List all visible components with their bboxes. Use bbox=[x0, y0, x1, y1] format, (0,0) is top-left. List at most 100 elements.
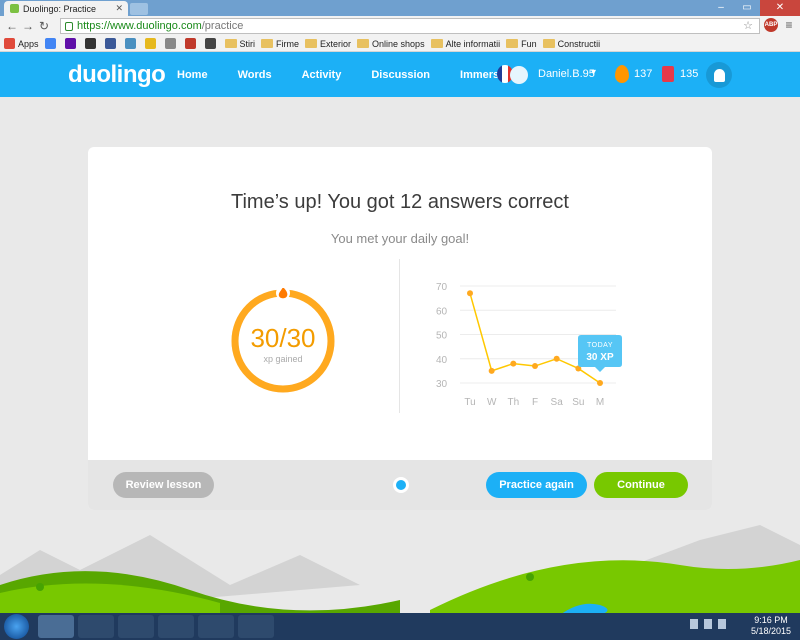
bookmark-item[interactable]: Apps bbox=[4, 38, 39, 49]
network-icon[interactable] bbox=[704, 619, 712, 629]
xp-line-chart: 70 60 50 40 30 Tu W Th F Sa Su M TODAY 30 XP bbox=[436, 282, 622, 408]
clock[interactable]: 9:16 PM 5/18/2015 bbox=[748, 615, 794, 637]
streak-flame-icon[interactable] bbox=[615, 65, 629, 83]
folder-icon bbox=[224, 39, 237, 48]
tray-icon[interactable] bbox=[690, 619, 698, 629]
nav-home[interactable]: Home bbox=[177, 69, 208, 81]
bookmark-item[interactable] bbox=[64, 38, 79, 49]
chevron-down-icon[interactable]: ▾ bbox=[591, 67, 596, 78]
new-tab-button[interactable] bbox=[130, 3, 148, 15]
y-tick-label: 50 bbox=[436, 331, 448, 342]
bookmark-item[interactable]: Fun bbox=[506, 39, 537, 49]
result-card: Time’s up! You got 12 answers correct Yo… bbox=[88, 147, 712, 510]
close-tab-icon[interactable]: ✕ bbox=[115, 3, 123, 14]
lingot-gem-icon[interactable] bbox=[662, 66, 674, 82]
username[interactable]: Daniel.B.95 bbox=[538, 68, 595, 80]
nav-discussion[interactable]: Discussion bbox=[371, 69, 430, 81]
app-taskbar-icon[interactable] bbox=[198, 615, 234, 638]
bookmark-item[interactable]: Firme bbox=[261, 39, 299, 49]
y-tick-label: 60 bbox=[436, 306, 448, 317]
volume-icon[interactable] bbox=[718, 619, 726, 629]
browser-menu-icon[interactable]: ≡ bbox=[782, 18, 796, 32]
app-taskbar-icon[interactable] bbox=[238, 615, 274, 638]
notifications-bell-icon[interactable] bbox=[706, 62, 732, 88]
bookmark-item[interactable] bbox=[184, 38, 199, 49]
apps-icon bbox=[4, 38, 15, 49]
maximize-button[interactable]: ▭ bbox=[734, 0, 760, 16]
yahoo-icon bbox=[64, 38, 76, 49]
result-subtitle: You met your daily goal! bbox=[330, 231, 470, 246]
bookmark-label: Constructii bbox=[557, 38, 601, 49]
folder-icon bbox=[542, 39, 555, 48]
close-window-button[interactable]: ✕ bbox=[760, 0, 800, 16]
bookmarks-bar: Apps Stiri Firme Exterior Online shops Alte i… bbox=[0, 36, 800, 52]
bookmark-item[interactable] bbox=[124, 38, 139, 49]
review-lesson-button[interactable]: Review lesson bbox=[113, 472, 214, 498]
browser-toolbar: ← → ↻ https://www.duolingo.com /practice… bbox=[0, 16, 800, 36]
x-tick-label: Th bbox=[507, 397, 519, 408]
adblock-icon[interactable]: ABP bbox=[764, 18, 778, 32]
site-icon bbox=[164, 38, 176, 49]
data-point bbox=[553, 355, 560, 362]
minimize-button[interactable]: – bbox=[708, 0, 734, 16]
folder-icon bbox=[357, 39, 370, 48]
bookmark-item[interactable] bbox=[104, 38, 119, 49]
duolingo-logo[interactable]: duolingo bbox=[68, 61, 166, 89]
system-tray bbox=[690, 619, 726, 629]
bookmark-item[interactable] bbox=[204, 38, 219, 49]
bookmark-label: Exterior bbox=[320, 38, 352, 49]
y-tick-label: 30 bbox=[436, 379, 448, 390]
nav-activity[interactable]: Activity bbox=[302, 69, 342, 81]
folder-icon bbox=[430, 39, 443, 48]
clock-date: 5/18/2015 bbox=[750, 626, 792, 636]
bookmark-item[interactable] bbox=[144, 38, 159, 49]
browser-tab[interactable]: Duolingo: Practice ✕ bbox=[4, 1, 128, 16]
tab-title: Duolingo: Practice bbox=[23, 3, 97, 14]
bookmark-label: Apps bbox=[18, 38, 39, 49]
folder-icon bbox=[261, 39, 274, 48]
nvidia-taskbar-icon[interactable] bbox=[118, 615, 154, 638]
bookmark-item[interactable]: Exterior bbox=[305, 39, 351, 49]
bookmark-item[interactable]: Constructii bbox=[542, 38, 601, 49]
progress-indicator bbox=[393, 477, 409, 493]
bookmark-item[interactable]: Stiri bbox=[224, 38, 256, 49]
nav-words[interactable]: Words bbox=[238, 69, 272, 81]
today-tooltip-value: 30 XP bbox=[586, 352, 614, 363]
bookmark-item[interactable] bbox=[44, 38, 59, 49]
url-secure-part: https://www.duolingo.com bbox=[77, 20, 202, 32]
data-point bbox=[467, 290, 473, 297]
imdb-icon bbox=[144, 38, 156, 49]
bookmark-star-icon[interactable]: ☆ bbox=[743, 19, 753, 32]
bookmark-label: Firme bbox=[276, 38, 300, 49]
address-bar[interactable]: https://www.duolingo.com /practice ☆ bbox=[60, 18, 760, 34]
folder-icon bbox=[305, 39, 318, 48]
avatar[interactable] bbox=[510, 66, 528, 84]
bookmark-label: Stiri bbox=[239, 38, 256, 49]
bookmark-item[interactable]: Online shops bbox=[357, 39, 425, 49]
practice-again-button[interactable]: Practice again bbox=[486, 472, 587, 498]
ring-flame-icon bbox=[276, 288, 290, 300]
bookmark-item[interactable] bbox=[164, 38, 179, 49]
explorer-taskbar-icon[interactable] bbox=[78, 615, 114, 638]
back-icon[interactable]: ← bbox=[4, 18, 20, 34]
x-tick-label: Sa bbox=[551, 397, 564, 408]
data-point bbox=[532, 363, 538, 370]
app-m-taskbar-icon[interactable] bbox=[158, 615, 194, 638]
facebook-icon bbox=[104, 38, 116, 49]
today-tooltip-label: TODAY bbox=[587, 342, 613, 349]
start-button-icon[interactable] bbox=[4, 614, 29, 639]
y-tick-label: 40 bbox=[436, 355, 448, 366]
bookmark-item[interactable]: Alte informatii bbox=[430, 39, 500, 49]
site-icon bbox=[184, 38, 196, 49]
data-point bbox=[510, 360, 517, 367]
chrome-taskbar-icon[interactable] bbox=[38, 615, 74, 638]
bookmark-item[interactable] bbox=[84, 38, 99, 49]
reload-icon[interactable]: ↻ bbox=[36, 18, 52, 34]
continue-button[interactable]: Continue bbox=[594, 472, 688, 498]
x-tick-label: F bbox=[532, 397, 538, 408]
forward-icon[interactable]: → bbox=[20, 18, 36, 34]
window-controls: – ▭ ✕ bbox=[708, 0, 800, 16]
browser-tabstrip: Duolingo: Practice ✕ – ▭ ✕ bbox=[0, 0, 800, 16]
url-path: /practice bbox=[201, 20, 244, 32]
bookmark-label: Fun bbox=[521, 38, 537, 49]
